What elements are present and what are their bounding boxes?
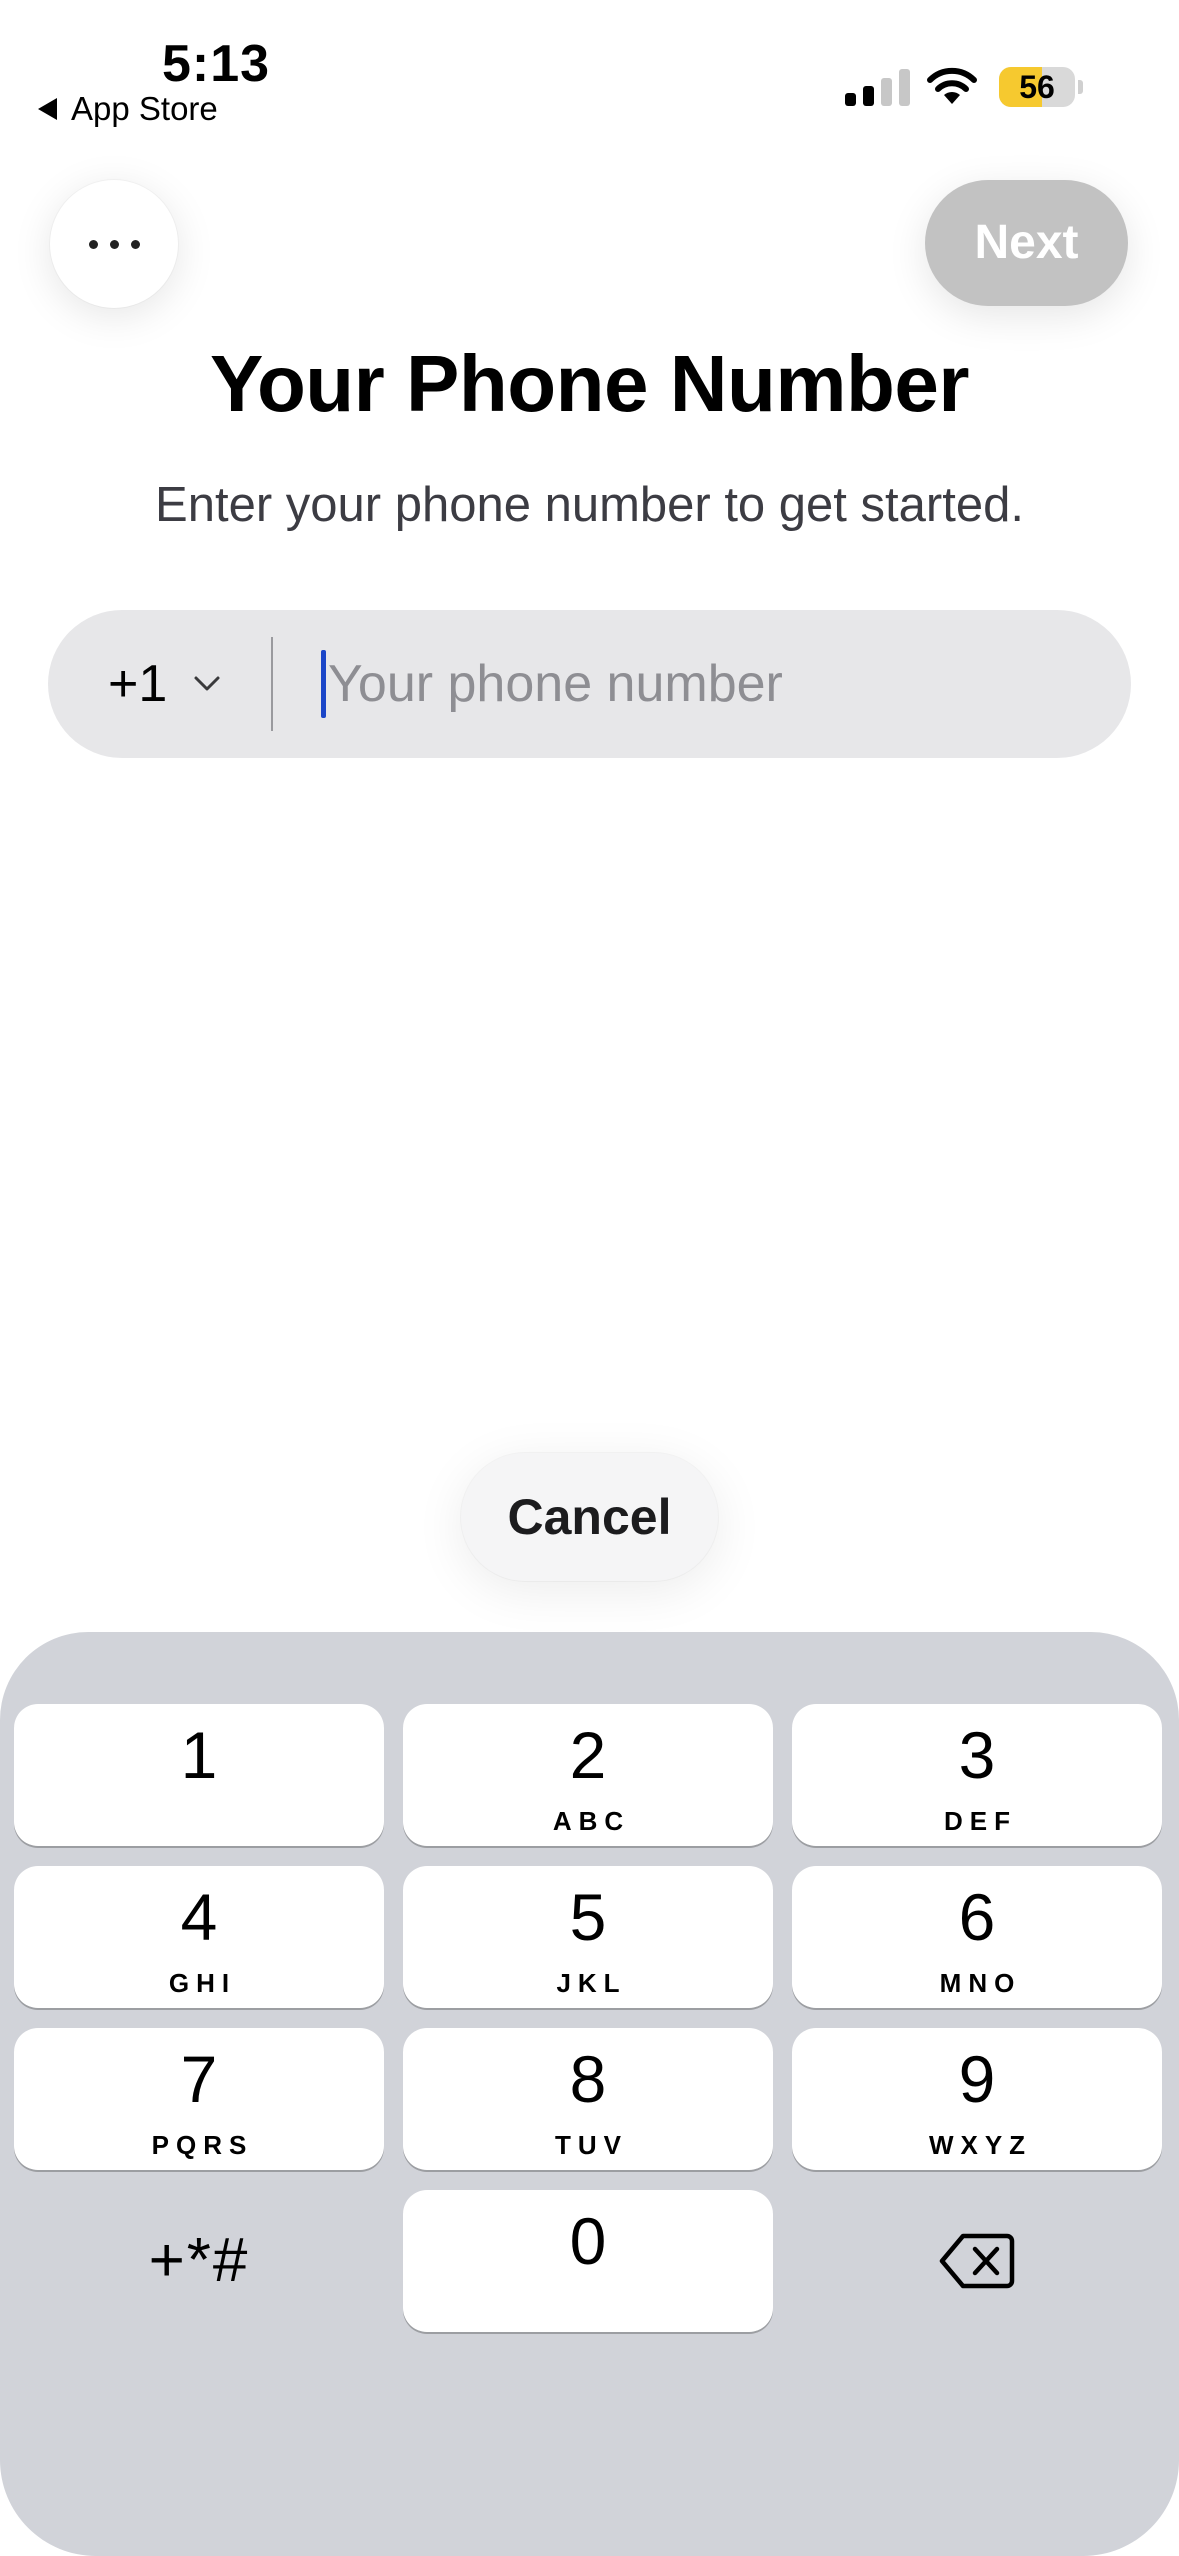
symbols-label: +*#	[148, 2226, 250, 2295]
country-code-picker[interactable]: +1	[108, 610, 221, 758]
back-app-label: App Store	[71, 90, 218, 127]
cancel-button[interactable]: Cancel	[461, 1453, 718, 1581]
backspace-key[interactable]	[792, 2190, 1162, 2332]
page-title: Your Phone Number	[210, 339, 969, 428]
key-letters: JKL	[556, 1968, 627, 1998]
back-triangle-icon	[38, 98, 57, 120]
next-button[interactable]: Next	[925, 180, 1128, 306]
backspace-icon	[939, 2233, 1015, 2289]
key-letters: PQRS	[151, 2130, 254, 2160]
key-symbols[interactable]: +*#	[14, 2190, 384, 2332]
key-letters: GHI	[168, 1968, 237, 1998]
battery-indicator: 56	[999, 67, 1075, 107]
key-7[interactable]: 7 PQRS	[14, 2028, 384, 2170]
key-4[interactable]: 4 GHI	[14, 1866, 384, 2008]
key-5[interactable]: 5 JKL	[403, 1866, 773, 2008]
status-time: 5:13	[162, 35, 271, 93]
wifi-icon	[927, 67, 977, 104]
text-caret	[321, 650, 326, 718]
key-0[interactable]: 0	[403, 2190, 773, 2332]
country-code-value: +1	[108, 655, 168, 713]
key-digit: 7	[180, 2042, 218, 2116]
key-2[interactable]: 2 ABC	[403, 1704, 773, 1846]
numeric-keypad: 1 2 ABC 3 DEF 4 GHI 5 JKL 6 MNO 7 PQRS 8…	[0, 1632, 1179, 2556]
battery-level: 56	[1019, 69, 1055, 105]
page-subtitle: Enter your phone number to get started.	[155, 478, 1024, 532]
key-letters: TUV	[555, 2130, 628, 2160]
more-options-button[interactable]	[50, 180, 178, 308]
key-letters: ABC	[552, 1806, 631, 1836]
key-letters: MNO	[939, 1968, 1022, 1998]
field-divider	[271, 637, 273, 731]
key-digit: 8	[569, 2042, 607, 2116]
key-letters: WXYZ	[928, 2130, 1033, 2160]
phone-number-field: +1	[48, 610, 1131, 758]
chevron-down-icon	[194, 676, 220, 691]
phone-number-input[interactable]	[328, 610, 1088, 758]
key-digit: 9	[958, 2042, 996, 2116]
key-letters: DEF	[944, 1806, 1017, 1836]
key-digit: 4	[180, 1880, 218, 1954]
key-3[interactable]: 3 DEF	[792, 1704, 1162, 1846]
ellipsis-icon	[88, 239, 98, 249]
key-8[interactable]: 8 TUV	[403, 2028, 773, 2170]
back-to-app-store[interactable]: App Store	[38, 90, 218, 128]
key-1[interactable]: 1	[14, 1704, 384, 1846]
battery-nub	[1078, 80, 1083, 94]
key-digit: 3	[958, 1718, 996, 1792]
key-digit: 0	[569, 2204, 607, 2278]
key-digit: 2	[569, 1718, 607, 1792]
key-6[interactable]: 6 MNO	[792, 1866, 1162, 2008]
key-digit: 1	[180, 1718, 218, 1792]
cellular-signal-icon	[845, 66, 910, 106]
key-digit: 5	[569, 1880, 607, 1954]
key-digit: 6	[958, 1880, 996, 1954]
key-9[interactable]: 9 WXYZ	[792, 2028, 1162, 2170]
